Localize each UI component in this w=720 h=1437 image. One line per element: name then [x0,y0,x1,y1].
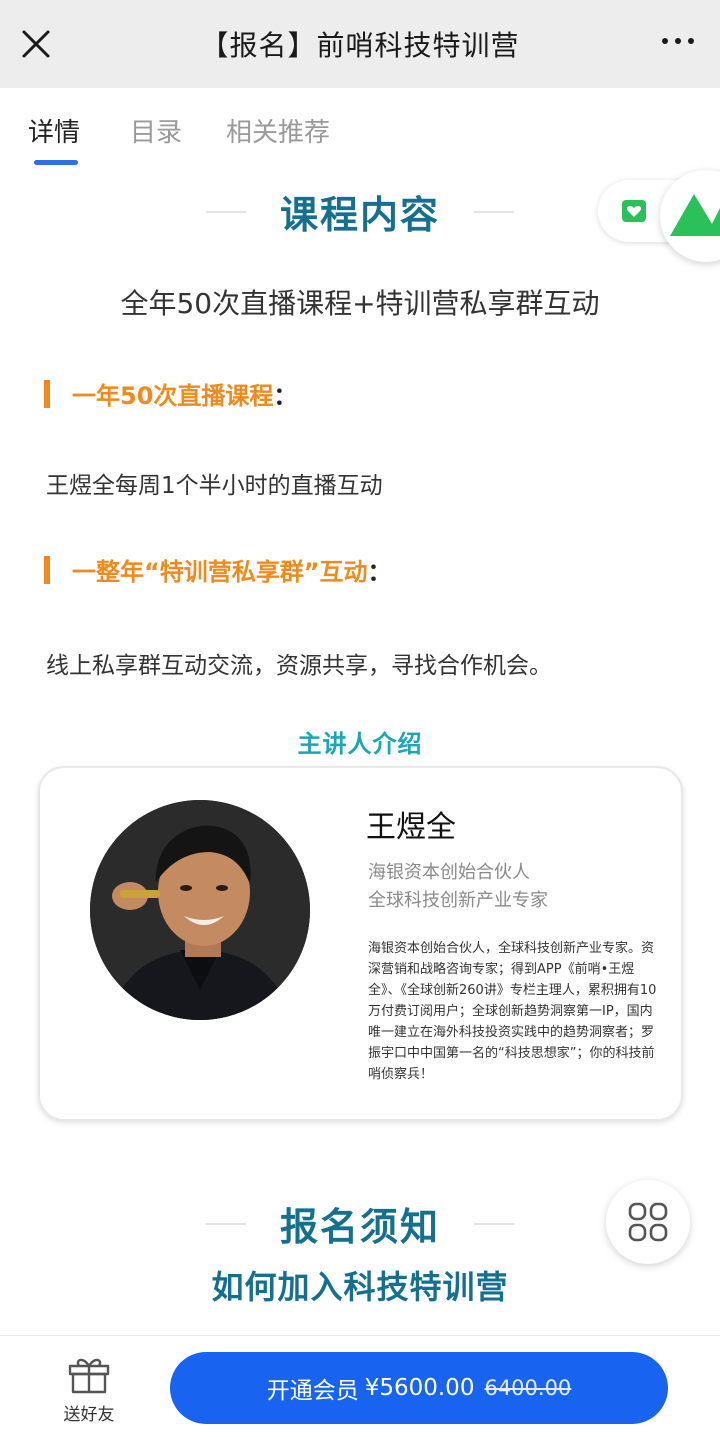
accent-bar [44,555,50,584]
gift-label: 送好友 [63,1405,115,1425]
more-options-icon[interactable] [662,38,694,44]
title-bar: 【报名】前哨科技特训营 [0,0,720,88]
divider [474,210,514,213]
speaker-role-1: 海银资本创始合伙人 [368,862,530,883]
speaker-photo [90,800,310,1020]
speaker-card: 王煜全 海银资本创始合伙人 全球科技创新产业专家 海银资本创始合伙人，全球科技创… [38,766,683,1121]
bottom-action-bar: 送好友 开通会员 ¥5600.00 6400.00 [0,1335,720,1437]
point1-title: 一年50次直播课程 [72,382,274,410]
point1-title-block: 一年50次直播课程 ： [44,376,297,411]
point1-text: 王煜全每周1个半小时的直播互动 [46,473,383,499]
gift-icon [68,1358,110,1394]
course-heading: 课程内容 [279,193,440,237]
speaker-name: 王煜全 [366,810,456,845]
point2-title: 一整年“特训营私享群”互动 [72,558,368,586]
point2-title-block: 一整年“特训营私享群”互动 ： [44,552,392,587]
close-icon[interactable] [18,26,54,62]
course-subtitle: 全年50次直播课程+特训营私享群互动 [120,287,600,320]
speaker-heading: 主讲人介绍 [297,730,423,758]
accent-bar [44,379,50,408]
tab-details[interactable]: 详情 [28,112,80,149]
divider [474,1222,514,1225]
colon: ： [367,558,392,586]
grid-menu-icon [628,1202,668,1242]
colon: ： [273,382,298,410]
tab-catalog[interactable]: 目录 [130,112,182,149]
speaker-role-2: 全球科技创新产业专家 [368,890,548,911]
page-title: 【报名】前哨科技特训营 [200,29,520,62]
subscribe-button[interactable]: 开通会员 ¥5600.00 6400.00 [170,1352,668,1424]
divider [205,210,246,213]
gift-friend-button[interactable]: 送好友 [56,1354,122,1425]
original-price: 6400.00 [484,1376,572,1400]
speaker-bio: 海银资本创始合伙人，全球科技创新产业专家。资深营销和战略咨询专家；得到APP《前… [368,941,657,1082]
subscribe-label: 开通会员 [266,1378,359,1404]
tab-related[interactable]: 相关推荐 [226,112,330,149]
menu-fab-button[interactable] [606,1180,690,1264]
heart-box-icon [622,200,646,222]
signup-subheading: 如何加入科技特训营 [211,1268,509,1306]
active-tab-indicator [34,160,78,165]
divider [205,1222,246,1225]
tab-bar: 详情 目录 相关推荐 [0,88,720,168]
current-price: ¥5600.00 [364,1375,475,1401]
signup-heading: 报名须知 [279,1205,440,1249]
point2-text: 线上私享群互动交流，资源共享，寻找合作机会。 [46,653,552,679]
